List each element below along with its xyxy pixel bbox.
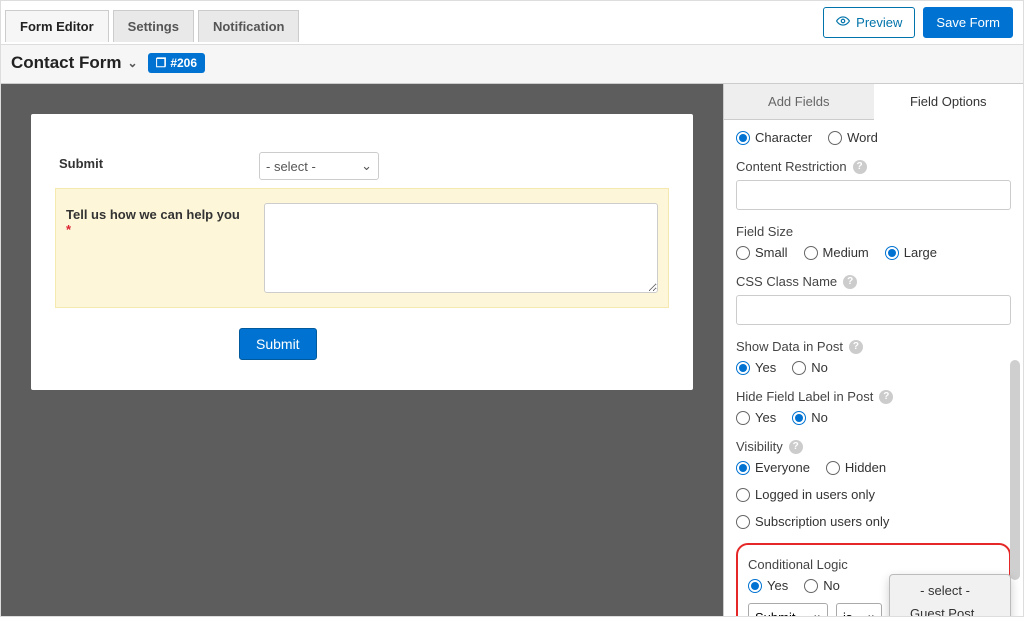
form-title[interactable]: Contact Form ⌄	[11, 53, 138, 73]
help-icon[interactable]: ?	[879, 390, 893, 404]
css-class-input[interactable]	[736, 295, 1011, 325]
form-title-text: Contact Form	[11, 53, 122, 73]
field-row-submit[interactable]: Submit - select - ⌄	[55, 144, 669, 188]
radio-vis-subs[interactable]: Subscription users only	[736, 514, 889, 529]
select-value: - select -	[266, 159, 316, 174]
radio-size-medium[interactable]: Medium	[804, 245, 869, 260]
content-restriction-input[interactable]	[736, 180, 1011, 210]
dropdown-option-placeholder[interactable]: - select -	[890, 579, 1010, 602]
chevron-down-icon: ⌄	[128, 56, 138, 70]
radio-show-yes[interactable]: Yes	[736, 360, 776, 375]
dropdown-option-guest-post[interactable]: Guest Post	[890, 602, 1010, 616]
top-bar: Form Editor Settings Notification Previe…	[1, 1, 1023, 45]
save-form-button[interactable]: Save Form	[923, 7, 1013, 38]
radio-vis-hidden[interactable]: Hidden	[826, 460, 886, 475]
field-label: Tell us how we can help you *	[66, 203, 244, 237]
tab-form-editor[interactable]: Form Editor	[5, 10, 109, 42]
radio-hide-no[interactable]: No	[792, 410, 828, 425]
radio-hide-yes[interactable]: Yes	[736, 410, 776, 425]
field-select[interactable]: - select - ⌄	[259, 152, 379, 180]
preview-label: Preview	[856, 15, 902, 30]
tab-settings[interactable]: Settings	[113, 10, 194, 42]
field-label: Submit	[59, 152, 239, 171]
help-icon[interactable]: ?	[849, 340, 863, 354]
eye-icon	[836, 14, 850, 31]
radio-vis-everyone[interactable]: Everyone	[736, 460, 810, 475]
form-id-badge[interactable]: ❐ #206	[148, 53, 205, 73]
radio-size-large[interactable]: Large	[885, 245, 937, 260]
radio-character[interactable]: Character	[736, 130, 812, 145]
field-row-help[interactable]: Tell us how we can help you *	[55, 188, 669, 308]
tab-notification[interactable]: Notification	[198, 10, 300, 42]
panel-scrollbar[interactable]	[1010, 360, 1020, 580]
cond-value-dropdown: - select - Guest Post Support Request	[889, 574, 1011, 616]
cond-field-select[interactable]: Submit	[748, 603, 828, 616]
help-icon[interactable]: ?	[853, 160, 867, 174]
radio-show-no[interactable]: No	[792, 360, 828, 375]
radio-size-small[interactable]: Small	[736, 245, 788, 260]
help-textarea[interactable]	[264, 203, 658, 293]
help-icon[interactable]: ?	[789, 440, 803, 454]
panel-body: Character Word Content Restriction? Fiel…	[724, 120, 1023, 616]
form-id-text: #206	[170, 56, 197, 70]
panel-tab-add-fields[interactable]: Add Fields	[724, 84, 874, 120]
help-icon[interactable]: ?	[843, 275, 857, 289]
form-canvas[interactable]: Submit - select - ⌄ Tell us how we can h…	[31, 114, 693, 390]
panel-tab-field-options[interactable]: Field Options	[874, 84, 1024, 120]
radio-vis-logged[interactable]: Logged in users only	[736, 487, 875, 502]
right-panel: Add Fields Field Options Character Word …	[723, 84, 1023, 616]
submit-button[interactable]: Submit	[239, 328, 317, 360]
preview-button[interactable]: Preview	[823, 7, 915, 38]
title-bar: Contact Form ⌄ ❐ #206	[1, 45, 1023, 84]
chevron-down-icon: ⌄	[361, 158, 372, 174]
form-canvas-area: Submit - select - ⌄ Tell us how we can h…	[1, 84, 723, 616]
radio-word[interactable]: Word	[828, 130, 878, 145]
radio-cond-no[interactable]: No	[804, 578, 840, 593]
cond-op-select[interactable]: is	[836, 603, 882, 616]
shortcode-icon: ❐	[156, 56, 167, 70]
radio-cond-yes[interactable]: Yes	[748, 578, 788, 593]
main-tabs: Form Editor Settings Notification	[5, 10, 299, 42]
